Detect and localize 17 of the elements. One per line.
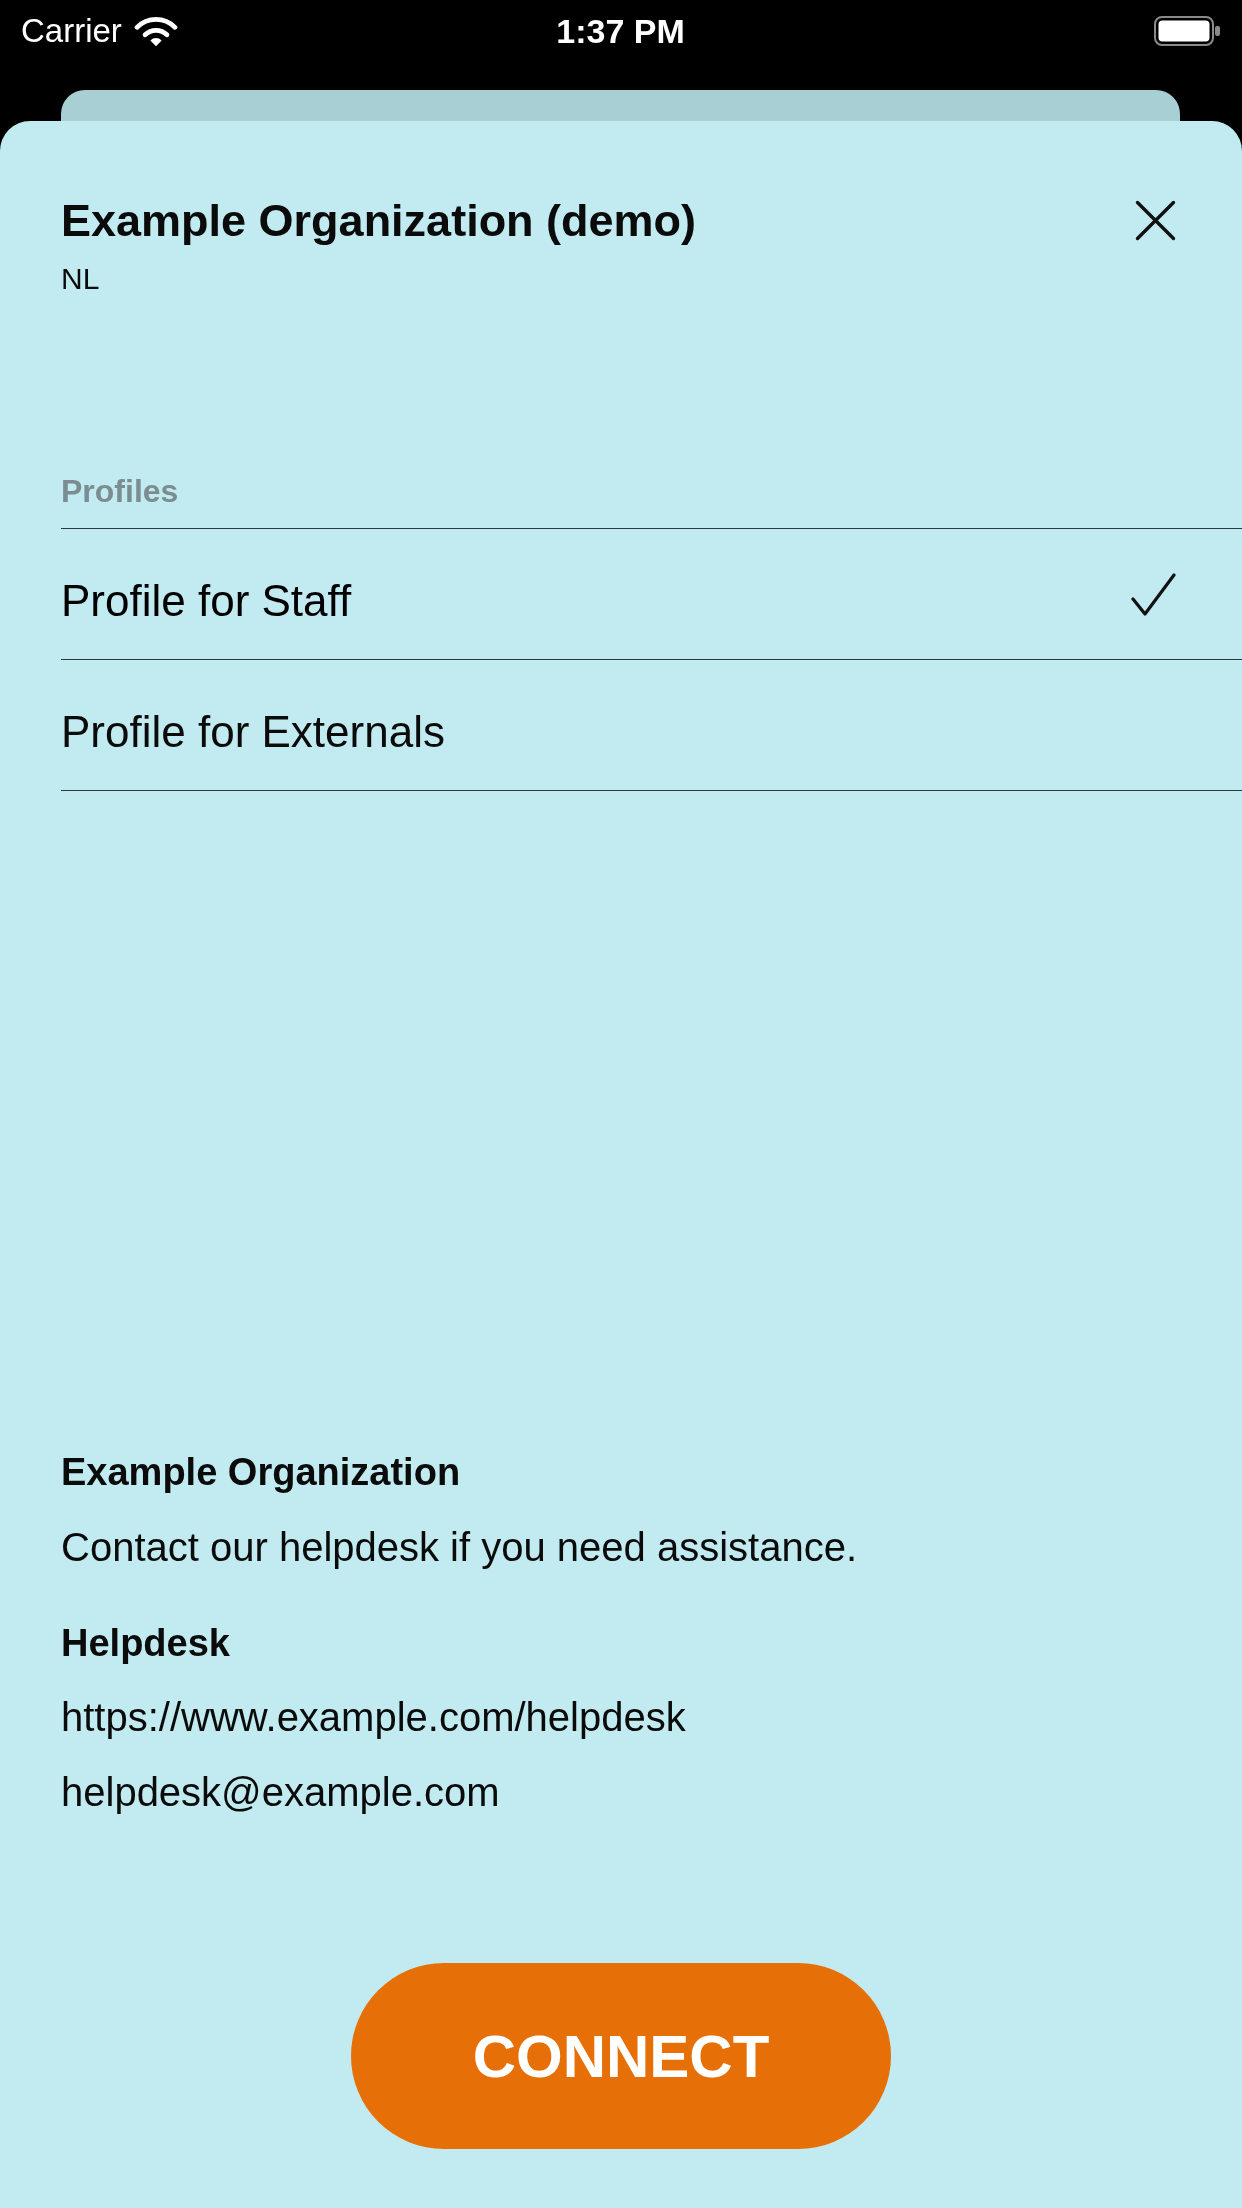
profile-option[interactable]: Profile for Staff [61,529,1242,660]
organization-title: Example Organization (demo) [61,194,697,248]
helpdesk-heading: Helpdesk [61,1621,231,1666]
status-time: 1:37 PM [556,11,685,51]
wifi-icon [133,15,178,47]
close-button[interactable] [1135,200,1176,241]
carrier-name: Carrier [21,11,122,51]
helpdesk-contact[interactable]: https://www.example.com/helpdesk [61,1693,1242,1741]
helpdesk-contact[interactable]: helpdesk@example.com [61,1768,1242,1816]
profile-option[interactable]: Profile for Externals [61,660,1242,791]
helpdesk-message: Contact our helpdesk if you need assistance. [61,1524,859,1571]
close-icon [1135,200,1176,241]
country-code: NL [61,261,101,297]
profiles-heading: Profiles [61,472,180,511]
checkmark-icon [1131,572,1176,616]
organization-name: Example Organization [61,1450,462,1495]
battery-icon [1154,16,1220,46]
